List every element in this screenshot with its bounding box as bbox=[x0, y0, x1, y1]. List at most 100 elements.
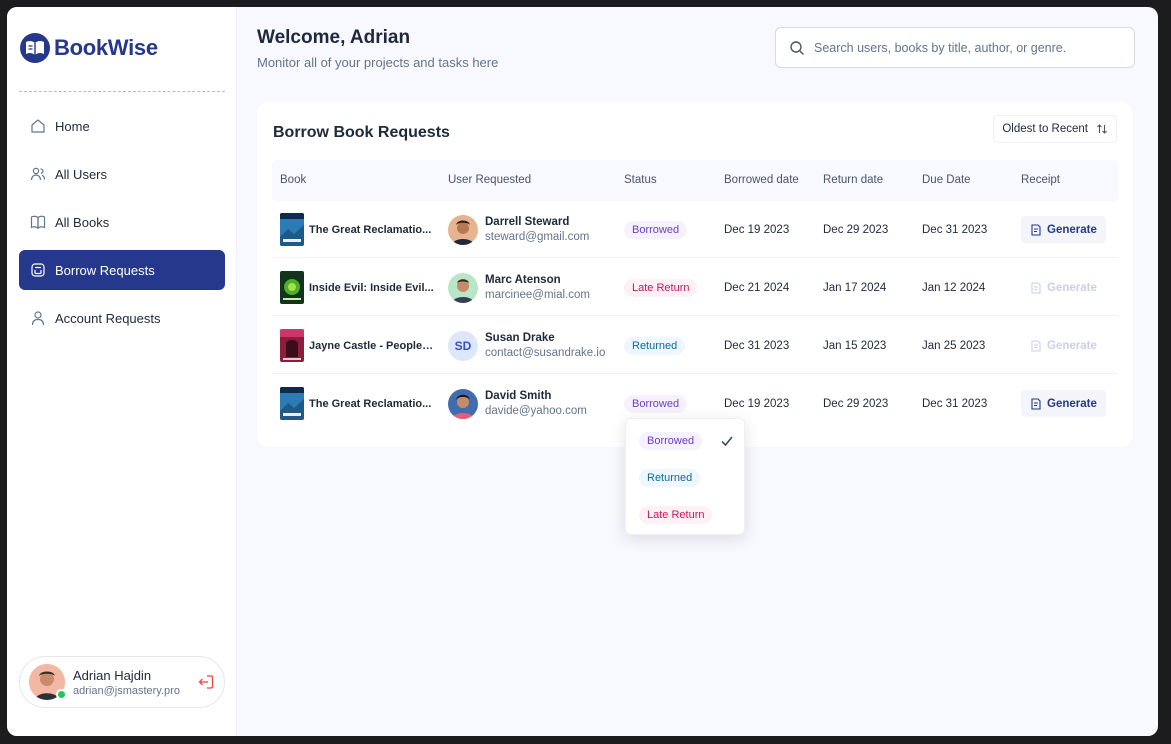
book-icon bbox=[30, 215, 46, 230]
sort-button[interactable]: Oldest to Recent bbox=[993, 115, 1117, 143]
avatar: SD bbox=[448, 330, 478, 361]
user-cell: Darrell Steward steward@gmail.com bbox=[448, 201, 589, 258]
status-badge[interactable]: Returned bbox=[624, 336, 686, 355]
check-icon bbox=[721, 436, 733, 447]
column-header-receipt: Receipt bbox=[1021, 174, 1060, 186]
status-cell[interactable]: Returned bbox=[624, 317, 686, 374]
user-name: David Smith bbox=[485, 390, 552, 402]
status-option-label: Returned bbox=[639, 469, 701, 487]
logout-icon[interactable] bbox=[197, 673, 215, 691]
user-icon bbox=[31, 311, 45, 326]
user-email: steward@gmail.com bbox=[485, 231, 590, 243]
home-icon bbox=[31, 119, 45, 133]
status-cell[interactable]: Late Return bbox=[624, 259, 698, 316]
sidebar-item-label: Borrow Requests bbox=[55, 262, 155, 278]
receipt-icon bbox=[1031, 339, 1041, 352]
sidebar-item-label: All Users bbox=[55, 166, 108, 182]
user-name: Adrian Hajdin bbox=[73, 667, 152, 683]
user-name: Marc Atenson bbox=[485, 274, 561, 286]
generate-label: Generate bbox=[1047, 339, 1097, 352]
avatar bbox=[448, 214, 478, 245]
generate-receipt-button[interactable]: Generate bbox=[1021, 216, 1106, 243]
page-title: Welcome, Adrian bbox=[257, 27, 411, 48]
table-header: Book User Requested Status Borrowed date… bbox=[272, 160, 1118, 201]
generate-label: Generate bbox=[1047, 223, 1097, 236]
generate-label: Generate bbox=[1047, 281, 1097, 294]
user-cell: David Smith davide@yahoo.com bbox=[448, 375, 587, 432]
receipt-icon bbox=[1031, 397, 1041, 410]
user-email: contact@susandrake.io bbox=[485, 347, 606, 359]
book-logo-icon bbox=[20, 33, 50, 63]
avatar bbox=[29, 664, 67, 700]
user-email: davide@yahoo.com bbox=[485, 405, 587, 417]
borrow-requests-card: Borrow Book Requests Oldest to Recent Bo… bbox=[257, 102, 1133, 447]
avatar bbox=[448, 388, 478, 419]
table-row[interactable]: The Great Reclamatio... Darrell Steward … bbox=[272, 201, 1118, 258]
search-bar[interactable] bbox=[775, 27, 1135, 68]
status-option-borrowed[interactable]: Borrowed bbox=[639, 431, 703, 451]
status-badge[interactable]: Borrowed bbox=[624, 394, 688, 413]
column-header-borrowed-date: Borrowed date bbox=[724, 174, 799, 186]
search-input[interactable] bbox=[814, 40, 1114, 55]
generate-label: Generate bbox=[1047, 397, 1097, 410]
receipt-icon bbox=[1031, 281, 1041, 294]
sidebar-item-all-books[interactable]: All Books bbox=[19, 202, 225, 242]
receipt-icon bbox=[1031, 223, 1041, 236]
sidebar-item-all-users[interactable]: All Users bbox=[19, 154, 225, 194]
generate-receipt-button: Generate bbox=[1021, 332, 1106, 359]
return-date: Dec 29 2023 bbox=[823, 397, 889, 410]
return-date: Dec 29 2023 bbox=[823, 223, 889, 236]
app-window: BookWise Home All Users All Books Borrow… bbox=[7, 7, 1158, 736]
book-title: Jayne Castle - People i... bbox=[309, 339, 434, 352]
table-row[interactable]: Inside Evil: Inside Evil... Marc Atenson… bbox=[272, 259, 1118, 316]
column-header-status: Status bbox=[624, 174, 657, 186]
sidebar-item-label: Account Requests bbox=[55, 310, 161, 326]
status-cell[interactable]: Borrowed bbox=[624, 201, 688, 258]
return-date: Jan 15 2023 bbox=[823, 339, 887, 352]
user-cell: SD Susan Drake contact@susandrake.io bbox=[448, 317, 605, 374]
sidebar-item-label: Home bbox=[55, 118, 90, 134]
column-header-return-date: Return date bbox=[823, 174, 884, 186]
book-cover-image bbox=[280, 329, 304, 362]
book-title: The Great Reclamatio... bbox=[309, 397, 432, 410]
book-cover-image bbox=[280, 213, 304, 246]
generate-receipt-button: Generate bbox=[1021, 274, 1106, 301]
status-option-returned[interactable]: Returned bbox=[639, 468, 701, 488]
users-icon bbox=[30, 167, 46, 181]
status-badge[interactable]: Late Return bbox=[624, 278, 698, 297]
sidebar-nav: Home All Users All Books Borrow Requests… bbox=[19, 106, 225, 346]
user-email: adrian@jsmastery.pro bbox=[73, 684, 180, 697]
main-content: Welcome, Adrian Monitor all of your proj… bbox=[238, 7, 1158, 736]
book-cover-image bbox=[280, 387, 304, 420]
column-header-user: User Requested bbox=[448, 174, 532, 186]
borrowed-date: Dec 21 2024 bbox=[724, 281, 790, 294]
status-badge[interactable]: Borrowed bbox=[624, 220, 688, 239]
user-name: Darrell Steward bbox=[485, 216, 570, 228]
logo[interactable]: BookWise bbox=[20, 33, 158, 63]
search-icon bbox=[790, 40, 804, 55]
sidebar-item-home[interactable]: Home bbox=[19, 106, 225, 146]
page-subtitle: Monitor all of your projects and tasks h… bbox=[257, 55, 499, 70]
user-email: marcinee@mial.com bbox=[485, 289, 590, 301]
sidebar-item-account-requests[interactable]: Account Requests bbox=[19, 298, 225, 338]
due-date: Dec 31 2023 bbox=[922, 223, 988, 236]
due-date: Jan 25 2023 bbox=[922, 339, 986, 352]
table-row[interactable]: Jayne Castle - People i... SD Susan Drak… bbox=[272, 317, 1118, 374]
current-user-card[interactable]: Adrian Hajdin adrian@jsmastery.pro bbox=[19, 656, 225, 708]
status-option-label: Borrowed bbox=[639, 432, 703, 450]
receipt-cell: Generate bbox=[1021, 259, 1106, 316]
due-date: Jan 12 2024 bbox=[922, 281, 986, 294]
book-title: Inside Evil: Inside Evil... bbox=[309, 281, 434, 294]
status-option-label: Late Return bbox=[639, 506, 713, 524]
receipt-cell: Generate bbox=[1021, 201, 1106, 258]
borrowed-date: Dec 31 2023 bbox=[724, 339, 790, 352]
sidebar-item-borrow-requests[interactable]: Borrow Requests bbox=[19, 250, 225, 290]
book-cell: The Great Reclamatio... bbox=[280, 201, 434, 258]
borrow-icon bbox=[31, 263, 45, 277]
sidebar-item-label: All Books bbox=[55, 214, 110, 230]
avatar bbox=[448, 272, 478, 303]
table-title: Borrow Book Requests bbox=[273, 124, 450, 141]
generate-receipt-button[interactable]: Generate bbox=[1021, 390, 1106, 417]
app-name: BookWise bbox=[54, 35, 158, 60]
status-option-late-return[interactable]: Late Return bbox=[639, 505, 713, 525]
